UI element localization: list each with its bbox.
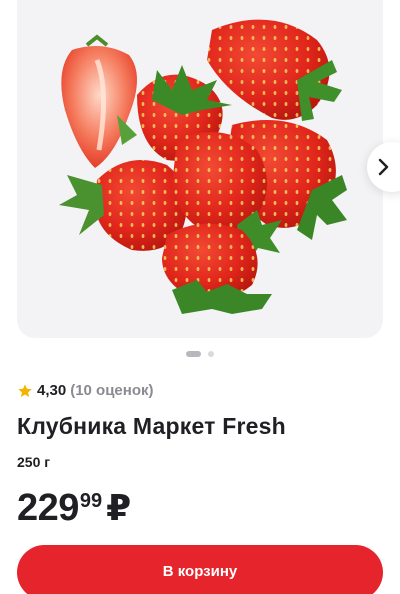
rating-count: (10 оценок): [70, 382, 154, 399]
price-fraction: 99: [79, 490, 103, 512]
product-title: Клубника Маркет Fresh: [17, 413, 286, 439]
pagination-dot-active[interactable]: [186, 351, 201, 357]
star-icon: [18, 383, 32, 397]
product-rating[interactable]: 4,30 (10 оценок): [17, 382, 154, 399]
pagination-dot[interactable]: [208, 351, 214, 357]
chevron-right-icon: [378, 158, 389, 176]
price-integer: 229: [17, 487, 79, 529]
product-price: 229 99 ₽: [17, 486, 131, 530]
rating-value: 4,30: [37, 382, 67, 399]
gallery-pagination: [0, 351, 400, 357]
currency-symbol: ₽: [106, 487, 132, 528]
product-image-gallery[interactable]: [17, 0, 383, 338]
add-to-cart-button[interactable]: В корзину: [17, 545, 383, 594]
product-photo: [59, 19, 347, 314]
product-weight: 250 г: [17, 454, 51, 470]
